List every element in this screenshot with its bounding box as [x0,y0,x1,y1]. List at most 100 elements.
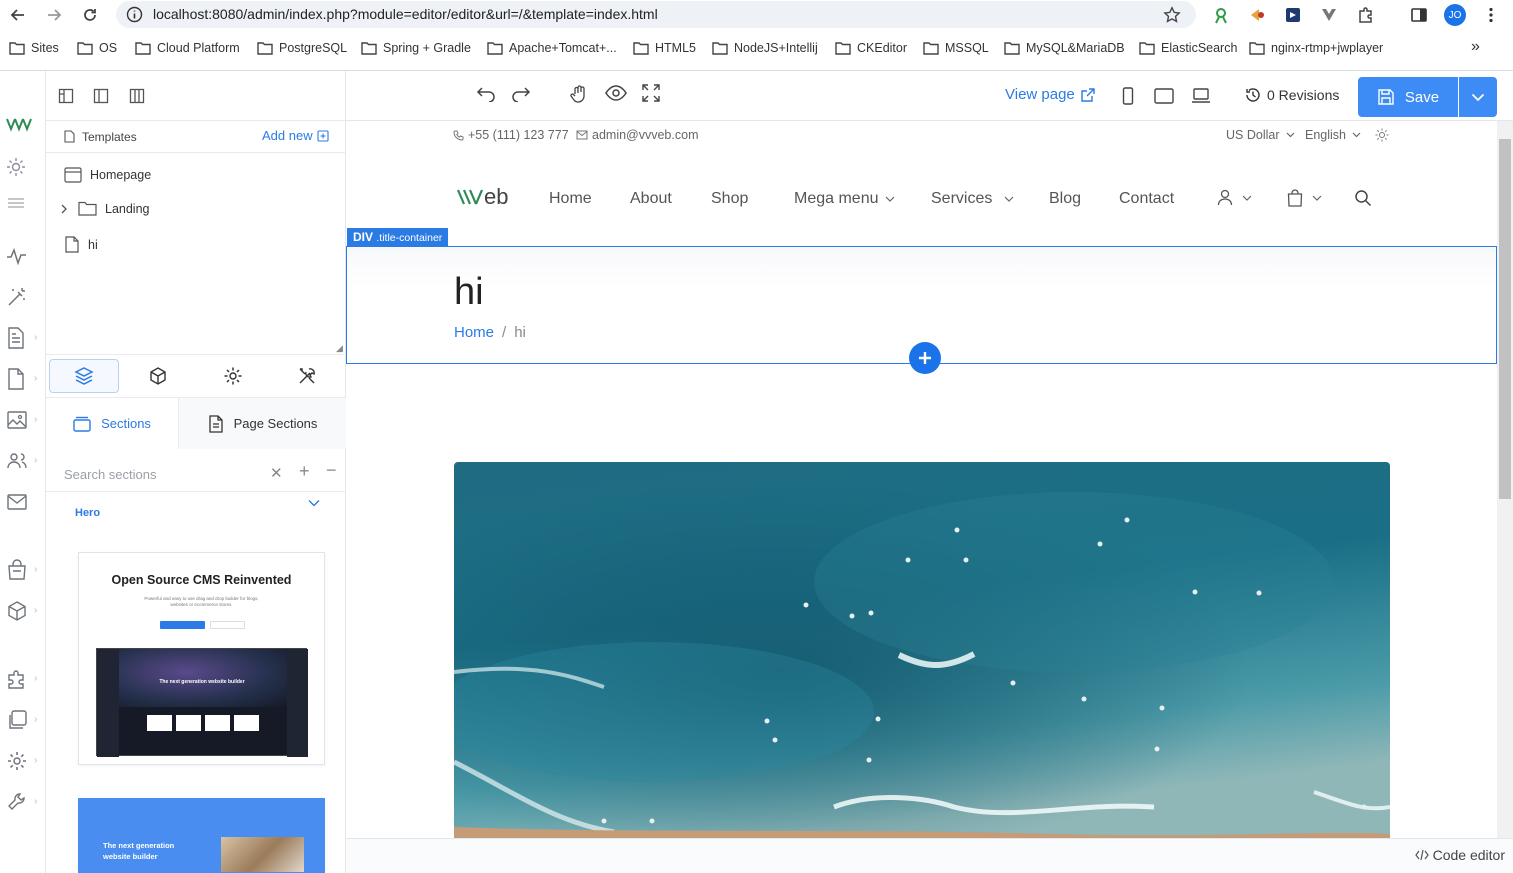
bookmark-folder[interactable]: Sites [9,41,59,55]
section-group-hero[interactable]: Hero [75,507,100,519]
editor-canvas[interactable]: +55 (111) 123 777 admin@vvveb.com US Dol… [346,121,1497,838]
add-section-button[interactable] [909,342,941,374]
desktop-view-icon[interactable] [1191,88,1211,104]
bookmark-folder[interactable]: NodeJS+Intellij [712,41,818,55]
rail-customize[interactable] [6,282,40,312]
site-theme-toggle[interactable] [1375,128,1393,142]
add-new-template-link[interactable]: Add new [262,128,329,143]
rail-pages[interactable]: › [6,364,40,394]
nav-shop[interactable]: Shop [711,190,748,208]
browser-menu-button[interactable] [1480,4,1502,26]
rail-shop[interactable]: › [6,555,40,585]
rail-dashboard[interactable] [6,241,40,271]
bookmark-star-button[interactable] [1161,4,1183,26]
nav-about[interactable]: About [630,190,672,208]
layout-two-panel-icon[interactable] [93,88,109,104]
tree-item-hi[interactable]: hi [64,236,98,253]
more-bookmarks-button[interactable]: » [1471,38,1480,56]
nav-services[interactable]: Services [931,190,1014,208]
forward-button[interactable] [42,3,66,27]
rail-messages[interactable] [6,487,40,517]
rail-themes[interactable]: › [6,705,40,735]
breadcrumb-home-link[interactable]: Home [454,324,494,341]
topbar-phone[interactable]: +55 (111) 123 777 [453,128,569,142]
bookmark-folder[interactable]: nginx-rtmp+jwplayer [1249,41,1383,55]
bookmark-folder[interactable]: Apache+Tomcat+... [487,41,617,55]
tab-components[interactable] [123,359,193,393]
nav-home[interactable]: Home [549,190,592,208]
extension-1[interactable] [1210,4,1232,26]
mobile-view-icon[interactable] [1122,87,1134,105]
chevron-down-icon[interactable] [308,499,320,507]
selected-element-label[interactable]: DIV .title-container [347,228,449,247]
rail-users[interactable]: › [6,446,40,476]
profile-avatar[interactable]: JO [1444,4,1466,26]
account-dropdown[interactable] [1217,189,1252,206]
bookmark-folder[interactable]: MySQL&MariaDB [1004,41,1125,55]
tab-sections[interactable]: Sections [46,398,179,449]
clear-search-icon[interactable]: ✕ [270,464,283,482]
nav-mega-menu[interactable]: Mega menu [794,190,895,208]
rail-media[interactable]: › [6,405,40,435]
layout-right-panel-icon[interactable] [129,88,145,104]
site-logo[interactable]: eb [456,185,528,211]
tab-tools[interactable] [272,359,342,393]
undo-icon[interactable] [476,84,496,102]
tree-item-homepage[interactable]: Homepage [64,167,151,183]
extension-2[interactable] [1247,4,1269,26]
extensions-button[interactable] [1355,4,1377,26]
search-button[interactable] [1354,189,1372,207]
layout-left-panel-icon[interactable] [58,88,74,104]
theme-toggle[interactable] [6,152,40,182]
menu-toggle[interactable] [6,188,40,218]
rail-plugins[interactable]: › [6,664,40,694]
bookmark-folder[interactable]: CKEditor [835,41,907,55]
hero-image[interactable] [454,462,1390,838]
language-dropdown[interactable]: English [1305,128,1365,142]
search-sections-input[interactable] [64,464,254,484]
save-options-dropdown[interactable] [1459,77,1497,117]
vvveb-logo-button[interactable] [6,109,40,139]
eye-icon[interactable] [605,84,627,102]
redo-icon[interactable] [511,84,531,102]
nav-blog[interactable]: Blog [1049,190,1081,208]
tree-item-landing[interactable]: Landing [60,201,150,216]
tab-page-sections[interactable]: Page Sections [179,398,346,449]
canvas-scrollbar[interactable] [1497,121,1513,838]
reload-button[interactable] [78,3,102,27]
revisions-button[interactable]: 0 Revisions [1245,87,1339,103]
back-button[interactable] [6,3,30,27]
bookmark-folder[interactable]: HTML5 [633,41,696,55]
address-bar[interactable]: localhost:8080/admin/index.php?module=ed… [116,1,1196,28]
bookmark-folder[interactable]: OS [77,41,117,55]
collapse-all-icon[interactable]: − [326,460,337,481]
save-button[interactable]: Save [1358,77,1458,117]
expand-all-icon[interactable]: + [299,461,310,482]
rail-posts[interactable]: › [6,323,40,353]
tab-properties[interactable] [198,359,268,393]
bookmark-folder[interactable]: PostgreSQL [257,41,347,55]
section-thumbnail-hero-1[interactable]: Open Source CMS Reinvented Powerful and … [78,552,325,765]
extension-4[interactable] [1318,4,1340,26]
code-editor-toggle[interactable]: Code editor [1414,847,1505,863]
drag-hand-icon[interactable] [569,84,589,104]
rail-tools[interactable]: › [6,787,40,817]
section-thumbnail-hero-2[interactable]: The next generation website builder [78,798,325,873]
cart-dropdown[interactable] [1287,189,1322,207]
extension-3[interactable] [1282,4,1304,26]
bookmark-folder[interactable]: Cloud Platform [135,41,240,55]
resize-handle[interactable]: ◢ [336,343,343,354]
scrollbar-thumb[interactable] [1499,139,1511,499]
bookmark-folder[interactable]: ElasticSearch [1139,41,1237,55]
nav-contact[interactable]: Contact [1119,190,1174,208]
topbar-email[interactable]: admin@vvveb.com [576,128,698,142]
tablet-view-icon[interactable] [1154,88,1174,104]
rail-settings[interactable]: › [6,746,40,776]
rail-products[interactable]: › [6,596,40,626]
side-panel-button[interactable] [1408,4,1430,26]
tab-layers[interactable] [49,359,119,393]
fullscreen-icon[interactable] [642,84,660,102]
currency-dropdown[interactable]: US Dollar [1226,128,1299,142]
bookmark-folder[interactable]: Spring + Gradle [361,41,471,55]
view-page-link[interactable]: View page [1005,86,1095,103]
